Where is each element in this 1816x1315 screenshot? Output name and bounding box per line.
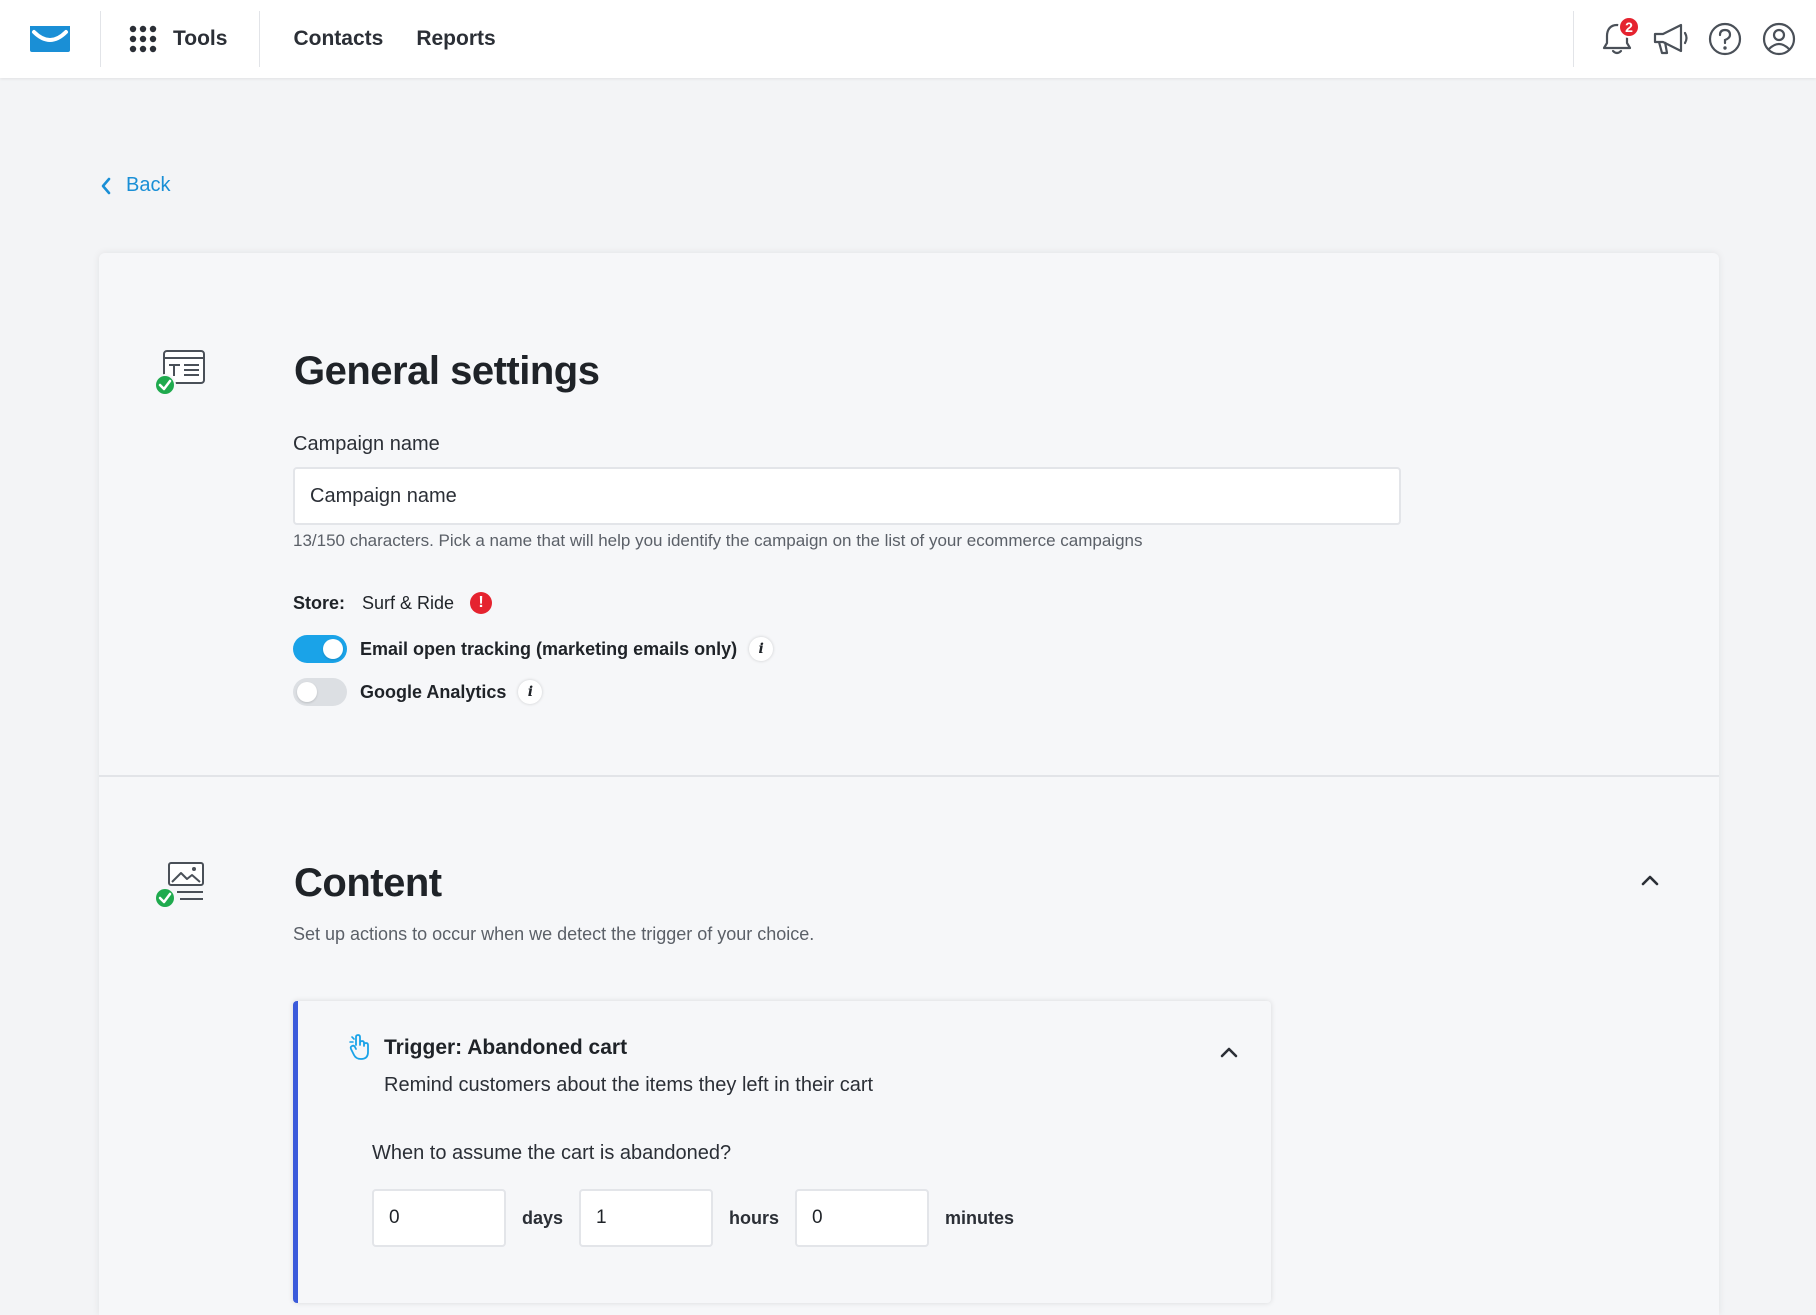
help-button[interactable]	[1704, 18, 1746, 60]
topbar-actions: 2	[1573, 0, 1816, 78]
content-subtitle: Set up actions to occur when we detect t…	[293, 924, 815, 944]
help-icon	[1708, 22, 1742, 56]
megaphone-icon	[1653, 23, 1688, 55]
minutes-unit-label: minutes	[945, 1207, 1015, 1228]
content-title: Content	[294, 861, 442, 905]
announcements-button[interactable]	[1650, 18, 1692, 60]
trigger-card: Trigger: Abandoned cart Remind customers…	[293, 1001, 1271, 1303]
content-section-icon	[154, 861, 208, 916]
general-settings-section-icon	[154, 349, 208, 402]
google-analytics-toggle[interactable]	[293, 678, 347, 706]
hand-pointer-icon	[349, 1034, 369, 1060]
trigger-description: Remind customers about the items they le…	[384, 1074, 874, 1096]
nav-link-contacts[interactable]: Contacts	[293, 27, 383, 51]
settings-form-icon	[154, 350, 205, 396]
notification-badge: 2	[1618, 16, 1640, 38]
toggle-knob	[323, 639, 343, 659]
nav-link-reports[interactable]: Reports	[416, 27, 495, 51]
envelope-logo-icon	[30, 26, 70, 52]
campaign-settings-card: General settings Campaign name 13/150 ch…	[99, 253, 1719, 1315]
content-image-icon	[154, 862, 204, 909]
trigger-icon-wrap	[348, 1033, 372, 1066]
store-label: Store:	[293, 592, 346, 613]
campaign-name-helper: 13/150 characters. Pick a name that will…	[293, 531, 1143, 550]
trigger-title: Trigger: Abandoned cart	[384, 1036, 628, 1059]
back-link[interactable]: Back	[100, 174, 170, 197]
back-label: Back	[126, 174, 171, 196]
chevron-left-icon	[101, 177, 111, 194]
days-unit-label: days	[522, 1207, 564, 1228]
abandon-time-question: When to assume the cart is abandoned?	[372, 1142, 732, 1164]
campaign-name-input[interactable]	[293, 467, 1401, 525]
store-value: Surf & Ride	[362, 592, 455, 613]
toggle-knob	[297, 682, 317, 702]
email-tracking-row: Email open tracking (marketing emails on…	[293, 635, 774, 663]
tools-menu[interactable]: Tools	[101, 0, 259, 78]
section-divider	[99, 775, 1719, 777]
notifications-button[interactable]: 2	[1596, 16, 1640, 60]
hours-input[interactable]	[579, 1189, 714, 1247]
nav-divider	[1573, 11, 1574, 67]
campaign-name-label: Campaign name	[293, 433, 440, 455]
trigger-collapse-button[interactable]	[1214, 1037, 1244, 1067]
app-grid-icon	[129, 25, 157, 53]
abandon-time-inputs: days hours minutes	[372, 1189, 1030, 1247]
email-tracking-toggle[interactable]	[293, 635, 347, 663]
info-icon[interactable]: i	[749, 637, 774, 661]
chevron-up-icon	[1220, 1047, 1238, 1058]
minutes-input[interactable]	[795, 1189, 930, 1247]
tools-label: Tools	[173, 27, 228, 50]
main-nav: Contacts Reports	[260, 27, 495, 51]
general-settings-title: General settings	[294, 349, 600, 393]
chevron-up-icon	[1641, 875, 1659, 886]
logo[interactable]	[0, 0, 100, 78]
account-button[interactable]	[1758, 18, 1800, 60]
google-analytics-label: Google Analytics	[360, 681, 507, 702]
hours-unit-label: hours	[729, 1207, 780, 1228]
user-avatar-icon	[1762, 22, 1796, 56]
info-icon[interactable]: i	[518, 680, 543, 704]
email-tracking-label: Email open tracking (marketing emails on…	[360, 638, 738, 659]
google-analytics-row: Google Analytics i	[293, 678, 543, 706]
days-input[interactable]	[372, 1189, 506, 1247]
top-navigation: Tools Contacts Reports 2	[0, 0, 1816, 78]
warning-icon[interactable]: !	[470, 592, 493, 614]
store-row: Store: Surf & Ride !	[293, 592, 493, 614]
content-collapse-button[interactable]	[1635, 865, 1665, 895]
